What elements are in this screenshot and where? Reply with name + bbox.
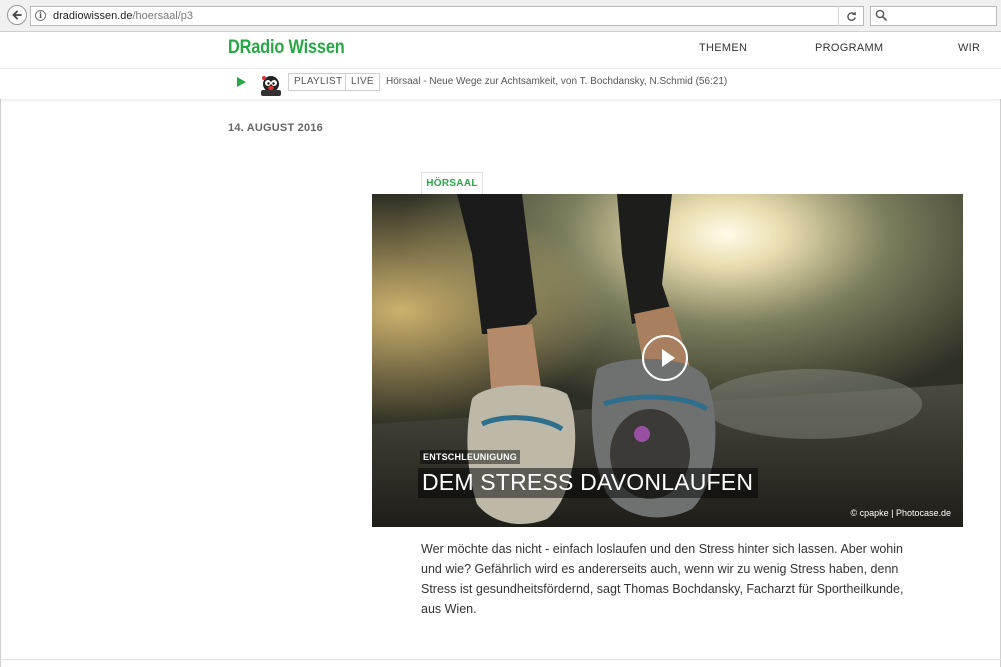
mascot-avatar[interactable] [258, 73, 284, 97]
article-headline[interactable]: DEM STRESS DAVONLAUFEN [418, 468, 759, 498]
site-logo[interactable]: DRadio Wissen [228, 37, 345, 59]
url-text: dradiowissen.de/hoersaal/p3 [53, 7, 193, 25]
url-path: /hoersaal/p3 [132, 10, 194, 22]
photo-credit: © cpapke | Photocase.de [850, 508, 951, 518]
audio-player-bar: PLAYLIST LIVE Hörsaal - Neue Wege zur Ac… [0, 69, 1001, 99]
search-icon [875, 9, 888, 22]
divider [0, 659, 1001, 660]
info-icon[interactable]: i [35, 10, 46, 21]
article-hero-image[interactable]: ENTSCHLEUNIGUNG DEM STRESS DAVONLAUFEN ©… [372, 194, 963, 527]
article-kicker: ENTSCHLEUNIGUNG [420, 450, 521, 464]
nav-item-programm[interactable]: PROGRAMM [815, 42, 883, 54]
site-header: DRadio Wissen THEMEN PROGRAMM WIR [0, 32, 1001, 69]
play-icon[interactable] [237, 77, 246, 87]
now-playing-text[interactable]: Hörsaal - Neue Wege zur Achtsamkeit, von… [386, 76, 727, 87]
back-button[interactable] [7, 5, 27, 25]
url-domain: dradiowissen.de [53, 10, 133, 22]
live-button[interactable]: LIVE [345, 73, 380, 91]
search-input[interactable] [870, 6, 997, 26]
nav-item-themen[interactable]: THEMEN [699, 42, 747, 54]
nav-item-wir[interactable]: WIR [958, 42, 980, 54]
article-teaser: Wer möchte das nicht - einfach loslaufen… [421, 542, 904, 616]
playlist-button[interactable]: PLAYLIST [288, 73, 349, 91]
article-date: 14. AUGUST 2016 [228, 122, 323, 134]
address-bar[interactable]: i dradiowissen.de/hoersaal/p3 [30, 6, 864, 26]
video-play-button[interactable] [642, 335, 688, 381]
reload-icon [846, 11, 856, 21]
reload-button[interactable] [838, 6, 863, 26]
category-tag[interactable]: HÖRSAAL [421, 172, 483, 194]
arrow-left-icon [12, 10, 22, 20]
browser-toolbar: i dradiowissen.de/hoersaal/p3 [0, 0, 1001, 32]
